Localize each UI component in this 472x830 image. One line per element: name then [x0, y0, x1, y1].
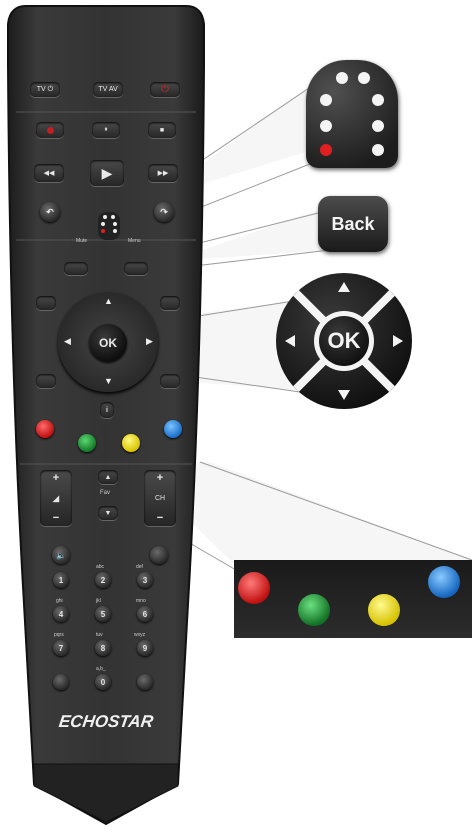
key-left-extra[interactable]	[50, 668, 90, 702]
key-6[interactable]: mno 6	[130, 598, 170, 634]
channel-down-label[interactable]: −	[157, 512, 163, 524]
rewind-button[interactable]: ◀◀	[34, 164, 64, 182]
numeric-keypad: 1 abc 2 def 3 ghi 4 jkl 5 mno 6 pqrs 7 tuv 8 wx…	[50, 564, 170, 706]
dpad-down-icon[interactable]: ▼	[104, 376, 113, 386]
key-8[interactable]: tuv 8	[90, 632, 130, 668]
tv-av-button[interactable]: TV AV	[93, 82, 123, 97]
mute-label: Mute	[76, 238, 88, 244]
key-5[interactable]: jkl 5	[90, 598, 130, 634]
fast-forward-button[interactable]: ▶▶	[148, 164, 178, 182]
blue-button[interactable]	[164, 420, 182, 438]
inset-dot	[320, 94, 332, 106]
inset-dot	[358, 72, 370, 84]
inset-ok-label: OK	[327, 328, 361, 353]
key-1[interactable]: 1	[50, 566, 90, 600]
back-arrow-button[interactable]: ↶	[40, 202, 60, 222]
dpad-left-icon[interactable]: ◀	[64, 336, 71, 347]
brand-logo: ECHOSTAR	[57, 712, 155, 731]
inset-green-button	[298, 594, 330, 626]
red-button[interactable]	[36, 420, 54, 438]
fav-label: Fav	[100, 490, 111, 496]
key-9[interactable]: wxyz 9	[130, 632, 170, 668]
guide-button[interactable]	[36, 296, 56, 310]
key-7[interactable]: pqrs 7	[50, 632, 90, 668]
power-button[interactable]: ⏻	[150, 82, 180, 97]
inset-dot	[372, 144, 384, 156]
key-3[interactable]: def 3	[130, 564, 170, 600]
speaker-icon: 🔈	[56, 550, 66, 560]
record-button[interactable]	[36, 122, 64, 138]
text-button[interactable]	[160, 374, 180, 388]
power-icon: ⏻	[161, 84, 169, 95]
dpad-right-icon[interactable]: ▶	[146, 336, 153, 347]
key-2[interactable]: abc 2	[90, 564, 130, 600]
menu-label: Menu	[128, 238, 141, 244]
inset-dot-red	[320, 144, 332, 156]
volume-up-label[interactable]: +	[53, 472, 59, 484]
inset-back-button: Back	[318, 196, 388, 252]
inset-dot	[372, 120, 384, 132]
curved-arrow-right-icon: ↷	[160, 206, 168, 217]
inset-red-button	[238, 572, 270, 604]
fav-down-button[interactable]: ▼	[98, 506, 118, 520]
volume-down-label[interactable]: −	[53, 512, 59, 524]
ok-button[interactable]: OK	[89, 324, 127, 362]
volume-icon: ◢	[52, 493, 60, 503]
inset-dot	[320, 120, 332, 132]
keypad-grid: 1 abc 2 def 3 ghi 4 jkl 5 mno 6 pqrs 7 tuv 8 wx…	[50, 564, 170, 706]
dpad-up-icon[interactable]: ▲	[104, 296, 113, 306]
inset-yellow-button	[368, 594, 400, 626]
key-0[interactable]: a,b_ 0	[90, 666, 130, 702]
inset-mini-keypad	[306, 60, 398, 168]
stop-button[interactable]: ■	[148, 122, 176, 138]
inset-dot	[372, 94, 384, 106]
mini-keypad[interactable]	[98, 212, 120, 240]
yellow-button[interactable]	[122, 434, 140, 452]
key-4[interactable]: ghi 4	[50, 598, 90, 634]
channel-up-label[interactable]: +	[157, 472, 163, 484]
audio-button[interactable]	[64, 262, 88, 275]
forward-arrow-button[interactable]: ↷	[154, 202, 174, 222]
tv-power-button[interactable]: TV ⏻	[30, 82, 60, 97]
green-button[interactable]	[78, 434, 96, 452]
inset-dot	[336, 72, 348, 84]
fav-up-button[interactable]: ▲	[98, 470, 118, 484]
record-icon	[46, 126, 54, 134]
inset-blue-button	[428, 566, 460, 598]
volume-rocker[interactable]: + ◢ −	[40, 470, 72, 526]
key-right-extra[interactable]	[130, 668, 170, 702]
mute-button[interactable]: 🔈	[52, 546, 70, 564]
inset-color-buttons	[234, 560, 472, 638]
curved-arrow-left-icon: ↶	[46, 206, 54, 217]
subtitle-button[interactable]	[36, 374, 56, 388]
exit-button[interactable]	[160, 296, 180, 310]
channel-rocker[interactable]: + CH −	[144, 470, 176, 526]
play-button[interactable]: ▶	[90, 160, 124, 186]
list-button[interactable]	[150, 546, 168, 564]
info-button[interactable]: i	[100, 402, 114, 418]
channel-label: CH	[154, 494, 166, 502]
pause-button[interactable]: ⏸	[92, 122, 120, 138]
back-button[interactable]	[124, 262, 148, 275]
